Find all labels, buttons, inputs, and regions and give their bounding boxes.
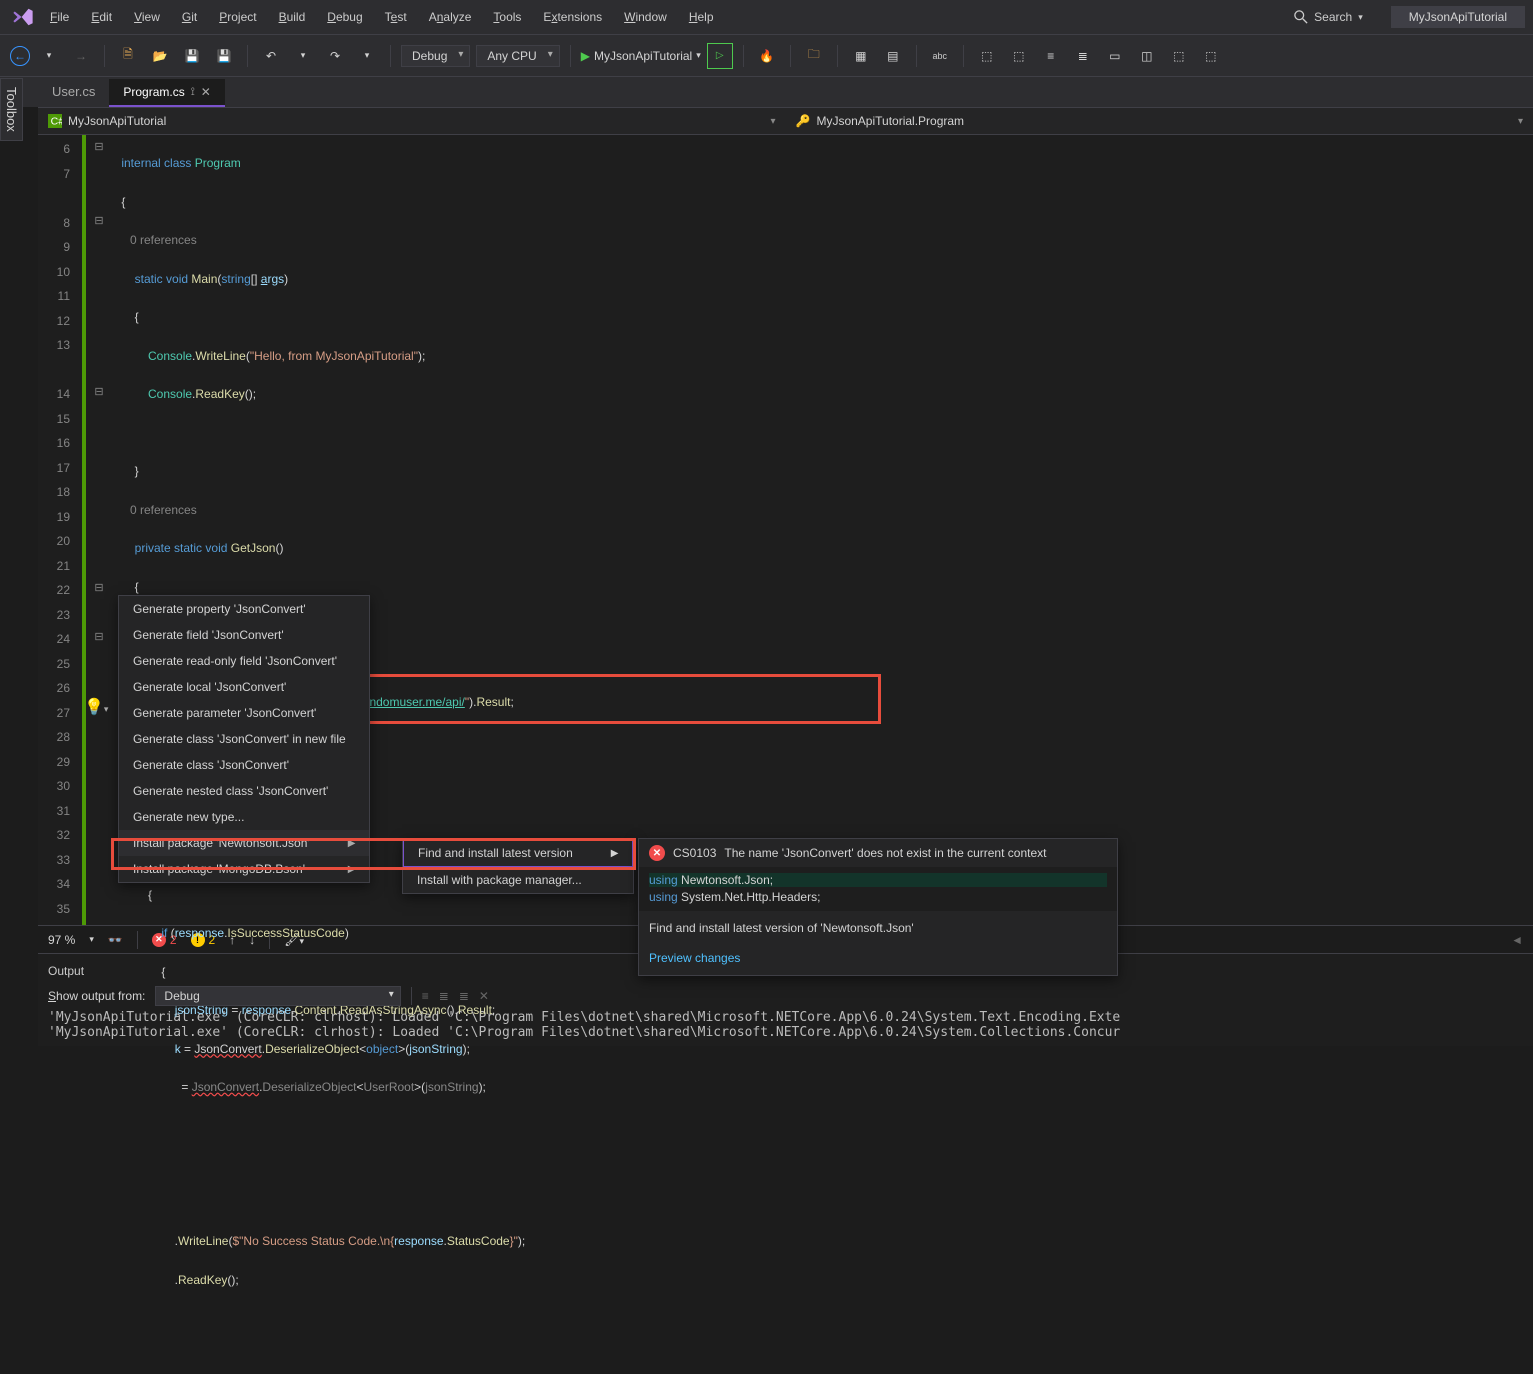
error-code: CS0103 — [673, 846, 716, 860]
menu-edit[interactable]: Edit — [81, 6, 122, 28]
navigation-bar: C# MyJsonApiTutorial 🔑 MyJsonApiTutorial… — [38, 107, 1533, 135]
class-icon: 🔑 — [796, 114, 811, 128]
lightbulb-icon[interactable]: 💡▾ — [84, 697, 108, 717]
preview-description: Find and install latest version of 'Newt… — [639, 911, 1117, 945]
layout2-button[interactable]: ▤ — [880, 43, 906, 69]
chevron-right-icon: ▶ — [318, 864, 356, 875]
qf-install-mongodb[interactable]: Install package 'MongoDB.Bson'▶ — [119, 856, 369, 882]
tool-f[interactable]: ◫ — [1134, 43, 1160, 69]
browse-button[interactable]: 🗀 — [801, 43, 827, 69]
sub-find-install-latest[interactable]: Find and install latest version▶ — [403, 839, 633, 867]
pin-icon[interactable]: ⟟ — [191, 86, 195, 99]
document-tabs: User.cs Program.cs ⟟ ✕ — [0, 77, 1533, 107]
menu-git[interactable]: Git — [172, 6, 207, 28]
qf-gen-property[interactable]: Generate property 'JsonConvert' — [119, 596, 369, 622]
layout1-button[interactable]: ▦ — [848, 43, 874, 69]
qf-gen-class-newfile[interactable]: Generate class 'JsonConvert' in new file — [119, 726, 369, 752]
config-combo[interactable]: Debug — [401, 45, 470, 67]
nav-project[interactable]: C# MyJsonApiTutorial — [38, 110, 786, 132]
tab-user-cs[interactable]: User.cs — [38, 78, 109, 107]
menubar: File Edit View Git Project Build Debug T… — [0, 0, 1533, 35]
chevron-right-icon: ▶ — [318, 838, 356, 849]
menu-view[interactable]: View — [124, 6, 170, 28]
quickfix-menu: Generate property 'JsonConvert' Generate… — [118, 595, 370, 883]
hot-reload-icon[interactable]: 🔥 — [754, 43, 780, 69]
csharp-icon: C# — [48, 114, 62, 128]
error-icon: ✕ — [649, 845, 665, 861]
preview-panel: ✕ CS0103 The name 'JsonConvert' does not… — [638, 838, 1118, 976]
tool-e[interactable]: ▭ — [1102, 43, 1128, 69]
nav-class[interactable]: 🔑 MyJsonApiTutorial.Program — [786, 110, 1533, 132]
qf-gen-field[interactable]: Generate field 'JsonConvert' — [119, 622, 369, 648]
qf-gen-new-type[interactable]: Generate new type... — [119, 804, 369, 830]
undo-dropdown[interactable]: ▾ — [290, 43, 316, 69]
open-button[interactable]: 📂 — [147, 43, 173, 69]
qf-gen-readonly-field[interactable]: Generate read-only field 'JsonConvert' — [119, 648, 369, 674]
vs-logo-icon — [8, 2, 38, 32]
nav-fwd-button[interactable]: → — [68, 43, 94, 69]
qf-install-newtonsoft[interactable]: Install package 'Newtonsoft.Json'▶ — [119, 830, 369, 856]
search-box[interactable]: Search▾ — [1286, 8, 1371, 26]
menu-file[interactable]: File — [40, 6, 79, 28]
search-icon — [1294, 10, 1308, 24]
nav-back-button[interactable]: ← — [10, 46, 30, 66]
qf-gen-nested-class[interactable]: Generate nested class 'JsonConvert' — [119, 778, 369, 804]
chevron-right-icon: ▶ — [581, 848, 619, 859]
zoom-dropdown[interactable]: ▾ — [89, 934, 94, 945]
tool-d[interactable]: ≣ — [1070, 43, 1096, 69]
toolbox-tab[interactable]: Toolbox — [0, 78, 23, 141]
menu-analyze[interactable]: Analyze — [419, 6, 482, 28]
menu-window[interactable]: Window — [614, 6, 677, 28]
change-marker — [78, 135, 90, 925]
close-icon[interactable]: ✕ — [201, 85, 211, 99]
menu-tools[interactable]: Tools — [483, 6, 531, 28]
fold-column[interactable]: ⊟⊟⊟⊟⊟ — [90, 135, 108, 925]
output-source-combo[interactable]: Debug — [155, 986, 400, 1006]
menu-help[interactable]: Help — [679, 6, 724, 28]
tab-program-cs[interactable]: Program.cs ⟟ ✕ — [109, 79, 225, 107]
menu-extensions[interactable]: Extensions — [533, 6, 612, 28]
svg-text:C#: C# — [51, 116, 62, 128]
new-project-button[interactable]: 🗎 — [115, 43, 141, 69]
save-all-button[interactable]: 💾 — [211, 43, 237, 69]
preview-changes-link[interactable]: Preview changes — [639, 945, 1117, 975]
start-debug-button[interactable]: ▶MyJsonApiTutorial▾ — [581, 49, 701, 63]
solution-title: MyJsonApiTutorial — [1391, 6, 1525, 28]
qf-gen-local[interactable]: Generate local 'JsonConvert' — [119, 674, 369, 700]
toolbar: ← ▾ → 🗎 📂 💾 💾 ↶ ▾ ↷ ▾ Debug Any CPU ▶MyJ… — [0, 35, 1533, 77]
line-gutter: 6789101112131415161718192021222324252627… — [38, 135, 78, 925]
save-button[interactable]: 💾 — [179, 43, 205, 69]
tool-c[interactable]: ≡ — [1038, 43, 1064, 69]
tool-b[interactable]: ⬚ — [1006, 43, 1032, 69]
tool-g[interactable]: ⬚ — [1166, 43, 1192, 69]
error-message: The name 'JsonConvert' does not exist in… — [724, 846, 1046, 860]
menu-project[interactable]: Project — [209, 6, 266, 28]
abc-button[interactable]: abc — [927, 43, 953, 69]
install-submenu: Find and install latest version▶ Install… — [402, 838, 634, 894]
undo-button[interactable]: ↶ — [258, 43, 284, 69]
nav-back-dropdown[interactable]: ▾ — [36, 43, 62, 69]
menu-build[interactable]: Build — [269, 6, 316, 28]
tool-a[interactable]: ⬚ — [974, 43, 1000, 69]
preview-code: using Newtonsoft.Json; using System.Net.… — [639, 867, 1117, 911]
start-without-debug-button[interactable]: ▷ — [707, 43, 733, 69]
redo-dropdown[interactable]: ▾ — [354, 43, 380, 69]
platform-combo[interactable]: Any CPU — [476, 45, 559, 67]
error-line: ✕ CS0103 The name 'JsonConvert' does not… — [639, 839, 1117, 867]
tool-h[interactable]: ⬚ — [1198, 43, 1224, 69]
qf-gen-class[interactable]: Generate class 'JsonConvert' — [119, 752, 369, 778]
zoom-level[interactable]: 97 % — [48, 933, 75, 947]
redo-button[interactable]: ↷ — [322, 43, 348, 69]
menu-test[interactable]: Test — [375, 6, 417, 28]
sub-install-pkg-mgr[interactable]: Install with package manager... — [403, 867, 633, 893]
menu-debug[interactable]: Debug — [317, 6, 372, 28]
qf-gen-parameter[interactable]: Generate parameter 'JsonConvert' — [119, 700, 369, 726]
